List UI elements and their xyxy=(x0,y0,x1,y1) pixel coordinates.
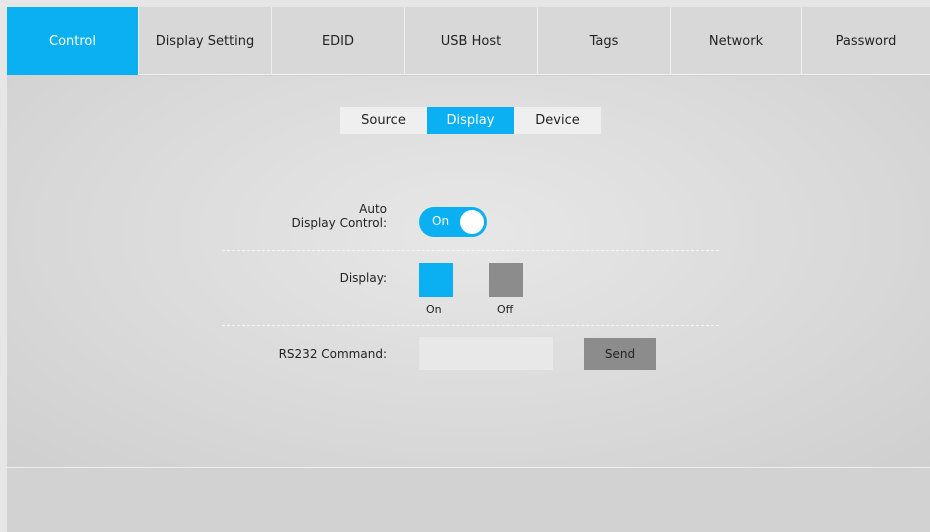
display-on-label: On xyxy=(426,303,442,316)
top-navigation: Control Display Setting EDID USB Host Ta… xyxy=(7,7,930,75)
send-button[interactable]: Send xyxy=(584,338,656,370)
toggle-state-text: On xyxy=(432,214,450,228)
rs232-command-label: RS232 Command: xyxy=(278,347,387,361)
display-off-button[interactable] xyxy=(489,263,523,297)
app-frame: Control Display Setting EDID USB Host Ta… xyxy=(7,7,930,532)
tab-tags[interactable]: Tags xyxy=(538,7,671,75)
rs232-command-input[interactable] xyxy=(419,337,553,370)
tab-network[interactable]: Network xyxy=(671,7,802,75)
subtab-display[interactable]: Display xyxy=(427,107,514,134)
display-on-button[interactable] xyxy=(419,263,453,297)
tab-usb-host[interactable]: USB Host xyxy=(405,7,538,75)
tab-label: Password xyxy=(835,33,897,49)
divider xyxy=(222,250,719,251)
auto-display-control-label: Auto Display Control: xyxy=(277,202,387,230)
subtab-device[interactable]: Device xyxy=(514,107,601,134)
display-off-label: Off xyxy=(497,303,514,316)
tab-password[interactable]: Password xyxy=(802,7,930,75)
control-panel: Source Display Device Auto Display Contr… xyxy=(7,76,930,468)
toggle-knob xyxy=(460,210,484,234)
footer xyxy=(7,469,930,532)
tab-display-setting[interactable]: Display Setting xyxy=(139,7,272,75)
auto-label-line2: Display Control: xyxy=(291,216,387,230)
subtab-label: Source xyxy=(361,113,406,128)
display-label: Display: xyxy=(339,271,387,285)
tab-control[interactable]: Control xyxy=(7,7,139,75)
control-subtabs: Source Display Device xyxy=(340,107,601,134)
subtab-source[interactable]: Source xyxy=(340,107,427,134)
tab-label: USB Host xyxy=(440,33,502,49)
auto-label-line1: Auto xyxy=(359,202,387,216)
divider xyxy=(222,325,719,326)
tab-label: Tags xyxy=(589,33,619,49)
auto-display-toggle[interactable]: On xyxy=(419,207,487,237)
tab-edid[interactable]: EDID xyxy=(272,7,405,75)
subtab-label: Device xyxy=(535,113,580,128)
tab-label: EDID xyxy=(321,33,355,49)
tab-label: Display Setting xyxy=(155,33,255,49)
tab-label: Network xyxy=(708,33,764,49)
subtab-label: Display xyxy=(446,113,495,128)
tab-label: Control xyxy=(49,33,96,49)
